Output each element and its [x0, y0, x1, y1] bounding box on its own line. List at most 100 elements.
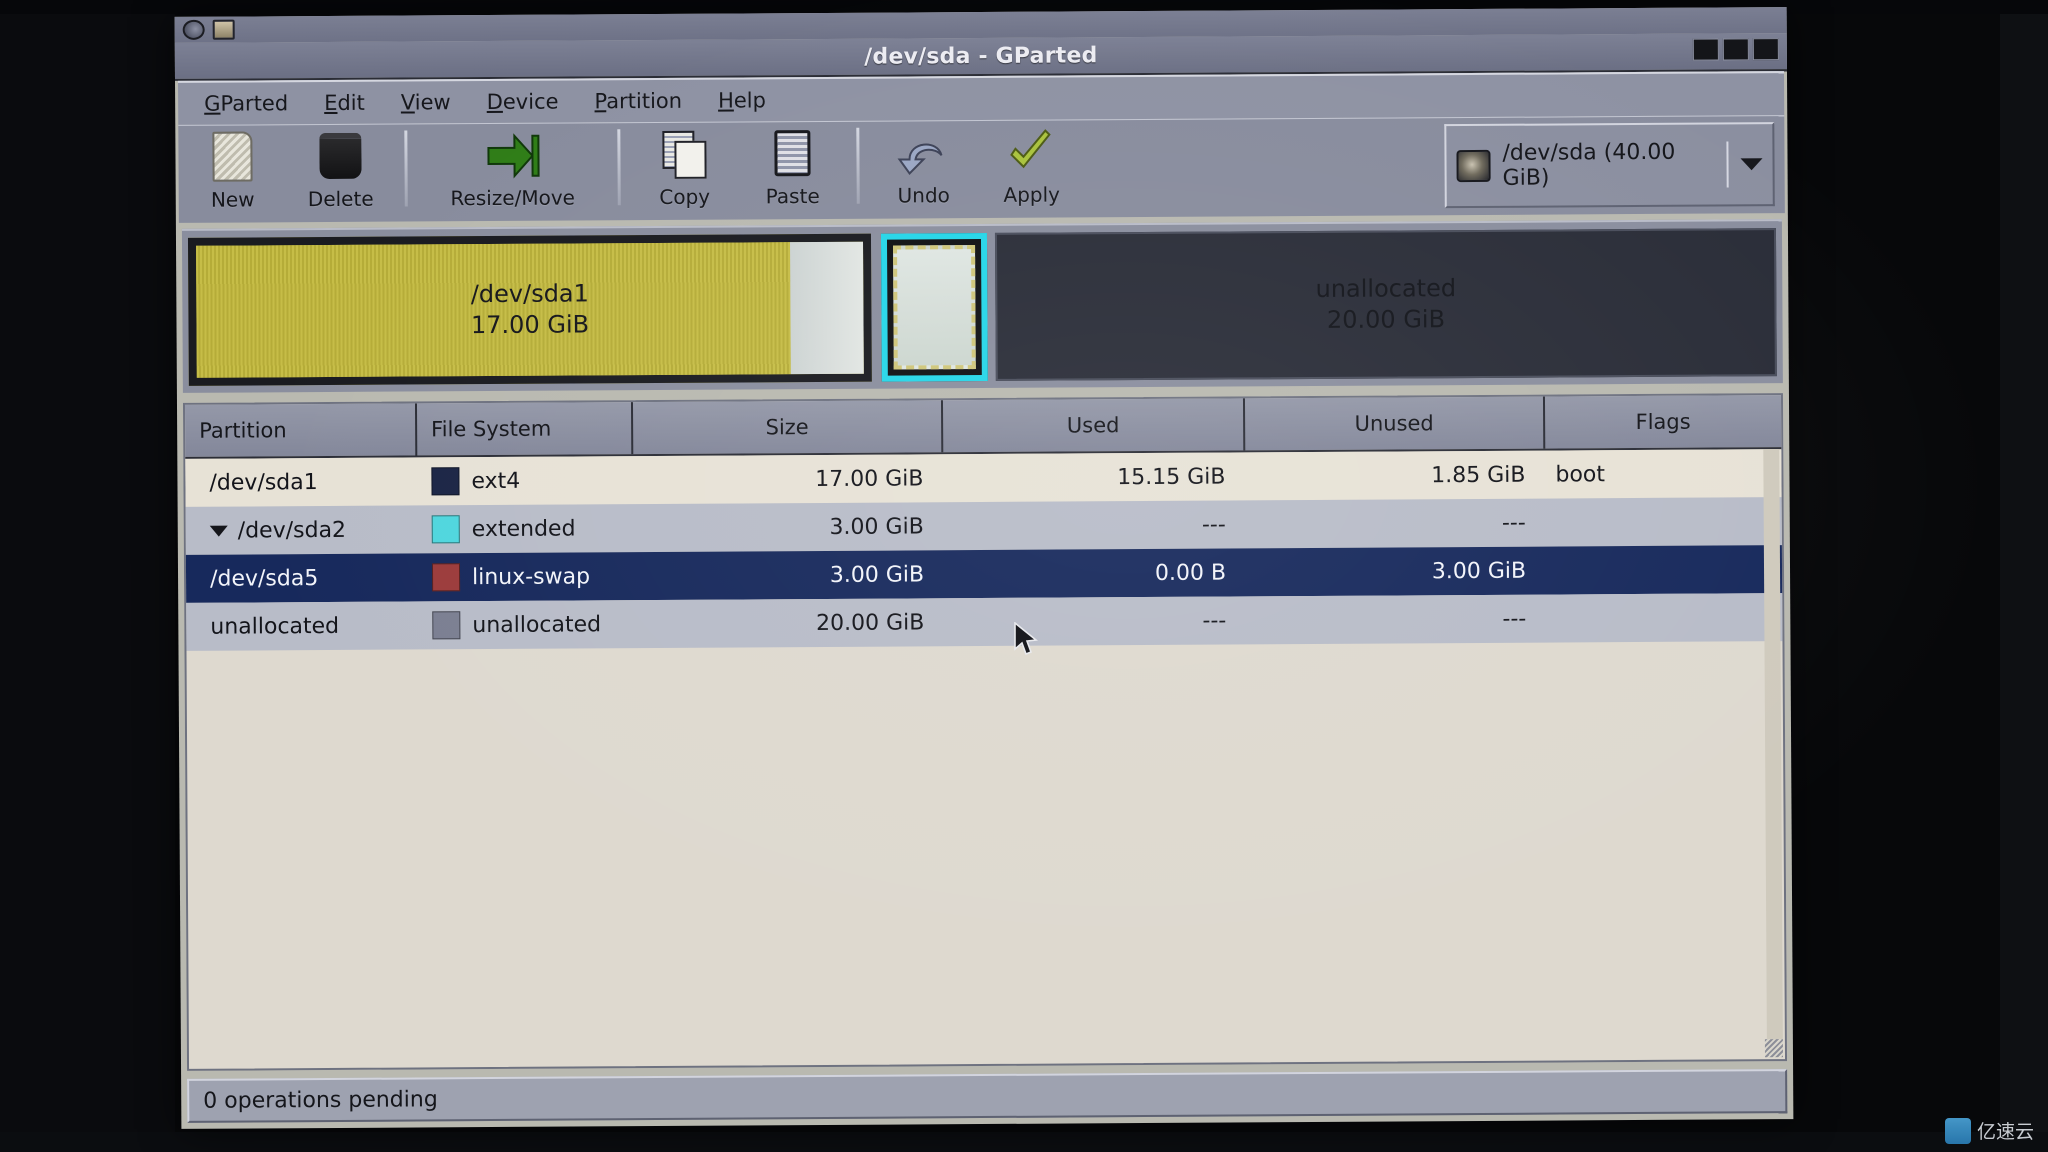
menu-partition[interactable]: Partition	[594, 88, 683, 113]
table-row[interactable]: unallocated unallocated 20.00 GiB --- --…	[186, 593, 1783, 651]
menu-help[interactable]: Help	[718, 87, 766, 113]
window-title: /dev/sda - GParted	[864, 42, 1098, 70]
menu-device-label: evice	[502, 89, 559, 114]
delete-button[interactable]: Delete	[286, 125, 395, 222]
watermark-logo-icon	[1944, 1117, 1971, 1144]
row-flags	[1546, 593, 1782, 642]
disk-block-sda1-title: /dev/sda1	[470, 279, 589, 309]
apply-button-label: Apply	[1003, 182, 1061, 207]
apply-button[interactable]: Apply	[977, 120, 1086, 217]
undo-button[interactable]: Undo	[869, 121, 978, 218]
debian-swirl-icon[interactable]	[182, 19, 205, 40]
menu-help-label: elp	[733, 87, 766, 113]
row-size: 20.00 GiB	[816, 609, 925, 636]
copy-icon	[658, 129, 710, 181]
paste-button[interactable]: Paste	[738, 122, 847, 219]
terminal-icon[interactable]	[212, 19, 235, 40]
maximize-button[interactable]	[1722, 38, 1749, 61]
row-filesystem-label: unallocated	[472, 611, 602, 638]
menu-view-label: iew	[414, 89, 451, 114]
toolbar-separator-1	[404, 130, 408, 207]
disk-block-sda1[interactable]: /dev/sda1 17.00 GiB	[187, 233, 872, 386]
device-selector-label: /dev/sda (40.00 GiB)	[1502, 139, 1676, 191]
row-used: ---	[1202, 608, 1227, 634]
column-header-used[interactable]: Used	[942, 398, 1246, 453]
paste-icon	[766, 128, 818, 180]
menu-view-mnemonic: V	[400, 89, 415, 115]
row-filesystem-label: extended	[471, 515, 576, 542]
partition-table-header: Partition File System Size Used Unused F…	[184, 395, 1782, 459]
harddisk-icon	[1456, 149, 1491, 183]
row-size: 17.00 GiB	[815, 465, 924, 492]
delete-partition-icon	[314, 131, 366, 183]
photo-bezel-bottom	[0, 1132, 2048, 1152]
filesystem-color-swatch	[431, 467, 460, 496]
menu-view[interactable]: View	[400, 89, 451, 115]
menu-partition-label: artition	[606, 88, 683, 113]
disk-graphic: /dev/sda1 17.00 GiB unallocated 20.00 Gi…	[181, 219, 1783, 393]
menu-gparted-label: Parted	[220, 90, 289, 116]
row-partition-name: /dev/sda2	[237, 517, 347, 544]
resize-move-icon	[486, 130, 540, 182]
toolbar-separator-2	[617, 129, 621, 206]
row-filesystem-label: ext4	[471, 468, 521, 494]
close-button[interactable]	[1752, 38, 1779, 61]
column-header-size[interactable]: Size	[632, 400, 944, 455]
expander-triangle-down-icon[interactable]	[209, 525, 228, 537]
row-filesystem-cell: ext4	[417, 456, 633, 505]
undo-button-label: Undo	[897, 183, 950, 208]
menu-gparted[interactable]: GParted	[204, 90, 289, 116]
menu-partition-mnemonic: P	[594, 88, 607, 113]
new-button[interactable]: New	[178, 125, 287, 222]
row-flags	[1546, 545, 1782, 594]
column-header-unused[interactable]: Unused	[1244, 396, 1546, 451]
menu-edit-mnemonic: E	[324, 90, 338, 115]
device-selector-divider	[1726, 141, 1729, 188]
row-filesystem-cell: unallocated	[418, 600, 634, 649]
new-partition-icon	[206, 131, 258, 183]
menu-edit[interactable]: Edit	[324, 90, 365, 115]
disk-block-unallocated-size: 20.00 GiB	[1326, 305, 1446, 334]
column-header-flags[interactable]: Flags	[1545, 395, 1781, 448]
menu-gparted-mnemonic: G	[204, 91, 221, 116]
resize-grip[interactable]	[1764, 1039, 1784, 1058]
new-button-label: New	[210, 187, 255, 212]
row-unused: 3.00 GiB	[1431, 558, 1527, 584]
window-controls	[1692, 38, 1779, 61]
watermark-text: 亿速云	[1976, 1121, 2034, 1143]
row-size: 3.00 GiB	[829, 513, 924, 540]
column-header-partition[interactable]: Partition	[184, 403, 418, 457]
device-selector[interactable]: /dev/sda (40.00 GiB)	[1444, 122, 1775, 209]
row-unused: ---	[1502, 606, 1527, 632]
filesystem-color-swatch	[432, 611, 461, 640]
mouse-cursor	[1014, 622, 1038, 656]
chevron-down-icon[interactable]	[1740, 158, 1763, 171]
row-filesystem-cell: extended	[418, 504, 634, 553]
row-used: ---	[1201, 512, 1226, 538]
status-text: 0 operations pending	[203, 1086, 438, 1114]
partition-table: Partition File System Size Used Unused F…	[182, 393, 1788, 1071]
menu-device-mnemonic: D	[486, 89, 503, 114]
toolbar-separator-3	[856, 127, 860, 204]
minimize-button[interactable]	[1692, 38, 1719, 61]
disk-block-unallocated-title: unallocated	[1315, 274, 1457, 304]
disk-block-unallocated[interactable]: unallocated 20.00 GiB	[994, 228, 1777, 381]
row-partition-name: /dev/sda1	[209, 469, 318, 496]
disk-block-sda1-unused	[790, 241, 864, 375]
delete-button-label: Delete	[307, 186, 374, 212]
menu-device[interactable]: Device	[486, 89, 559, 114]
row-partition-cell: /dev/sda2	[186, 505, 418, 554]
row-used: 0.00 B	[1154, 560, 1227, 586]
disk-block-sda2-extended[interactable]	[880, 232, 988, 382]
disk-block-sda1-size: 17.00 GiB	[470, 310, 590, 340]
filesystem-color-swatch	[431, 563, 461, 592]
column-header-filesystem[interactable]: File System	[416, 402, 634, 456]
row-flags: boot	[1555, 461, 1606, 488]
row-size: 3.00 GiB	[829, 561, 925, 588]
row-partition-name: /dev/sda5	[209, 565, 319, 592]
resize-move-button[interactable]: Resize/Move	[417, 123, 608, 220]
photo-bezel-left	[0, 0, 175, 1152]
row-partition-name: unallocated	[210, 613, 340, 640]
copy-button[interactable]: Copy	[630, 122, 739, 219]
copy-button-label: Copy	[659, 184, 711, 209]
